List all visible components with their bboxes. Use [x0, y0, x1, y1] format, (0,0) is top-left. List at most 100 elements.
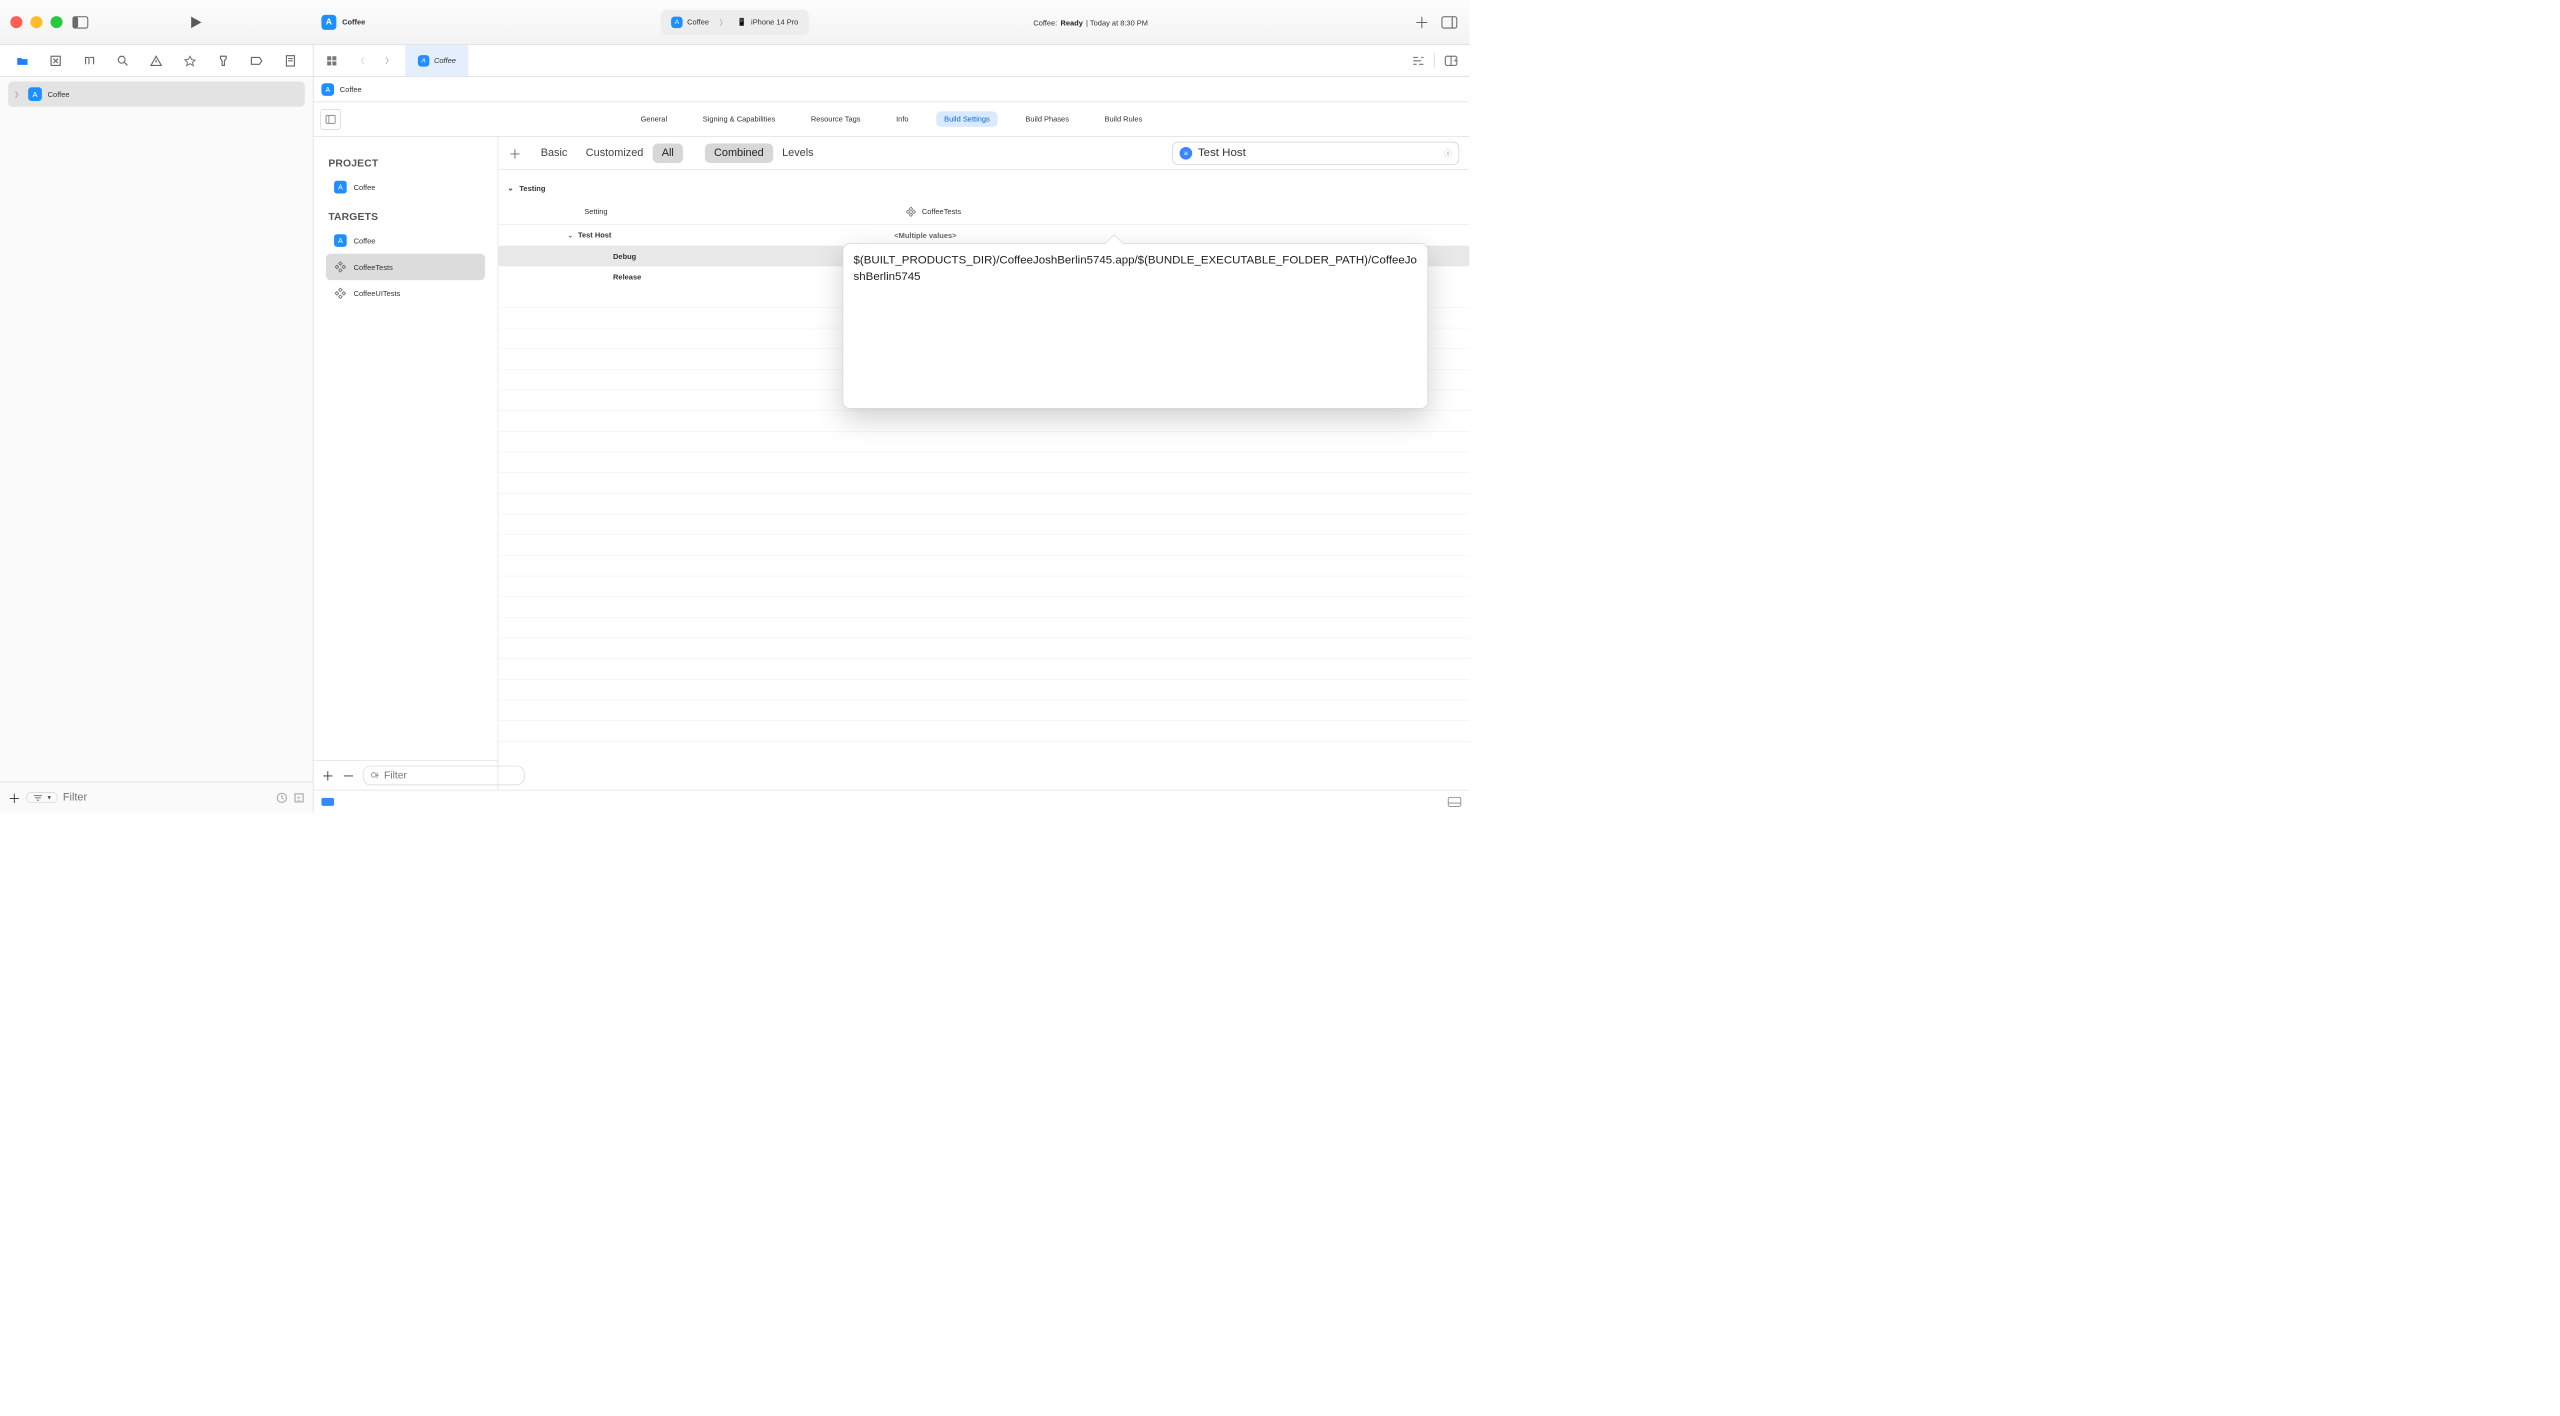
editor-tab-build-settings[interactable]: Build Settings [936, 111, 998, 126]
scope-basic[interactable]: Basic [532, 143, 577, 163]
levels-combined[interactable]: Combined [705, 143, 773, 163]
project-item-icon: A [334, 181, 347, 194]
add-target-button[interactable]: ＋ [321, 766, 334, 784]
add-files-button[interactable]: ＋ [8, 788, 21, 806]
levels-levels[interactable]: Levels [773, 143, 823, 163]
add-button[interactable]: ＋ [1412, 12, 1432, 32]
editor-tab-resource-tags[interactable]: Resource Tags [803, 111, 869, 126]
breakpoint-navigator-icon[interactable] [240, 45, 273, 77]
scope-all[interactable]: All [653, 143, 683, 163]
status-time: Today at 8:30 PM [1090, 18, 1148, 27]
recent-filter-icon[interactable] [276, 792, 287, 803]
jump-bar[interactable]: A Coffee [313, 77, 1469, 102]
debug-area-bar [313, 790, 1469, 813]
chevron-right-icon: 〉 [719, 17, 726, 28]
build-settings-search[interactable]: ≡ ⓧ [1172, 141, 1459, 164]
document-tab[interactable]: A Coffee [405, 45, 468, 77]
build-settings-table: ⌄ Testing Setting CoffeeTests [498, 170, 1469, 790]
status-state: Ready [1060, 18, 1082, 27]
project-root-icon: A [28, 87, 42, 101]
project-header: PROJECT [328, 157, 485, 169]
project-navigator: 〉 A Coffee ＋ ▾ ± [0, 77, 313, 813]
project-root-row[interactable]: 〉 A Coffee [8, 82, 305, 107]
editor-options-icon[interactable] [1406, 55, 1431, 65]
window-title: A Coffee [321, 15, 365, 30]
add-editor-icon[interactable]: + [1438, 55, 1463, 66]
scheme-name: Coffee [687, 18, 709, 27]
issue-navigator-icon[interactable] [140, 45, 173, 77]
test-navigator-icon[interactable] [173, 45, 206, 77]
target-coffeeuitests[interactable]: CoffeeUITests [326, 280, 485, 306]
editor-tab-build-phases[interactable]: Build Phases [1017, 111, 1077, 126]
toggle-inspector-button[interactable] [1440, 12, 1460, 32]
document-tab-label: Coffee [434, 56, 456, 65]
value-editor-textarea[interactable] [854, 252, 1418, 400]
close-window-button[interactable] [10, 16, 22, 28]
scope-segmented: BasicCustomizedAll [532, 143, 683, 163]
crumb-app-icon: A [321, 83, 334, 96]
toggle-debug-area-icon[interactable] [1448, 796, 1462, 806]
debug-navigator-icon[interactable] [207, 45, 240, 77]
section-testing[interactable]: ⌄ Testing [507, 178, 1469, 199]
crumb-project: Coffee [340, 85, 362, 94]
run-button[interactable] [187, 12, 207, 32]
toggle-navigator-button[interactable] [71, 12, 91, 32]
project-item[interactable]: A Coffee [326, 174, 485, 200]
build-settings-toolbar: ＋ BasicCustomizedAll CombinedLevels ≡ ⓧ [498, 137, 1469, 170]
scope-customized[interactable]: Customized [577, 143, 653, 163]
target-test-icon [334, 261, 347, 274]
filter-icon [370, 771, 379, 779]
target-label: Coffee [354, 236, 376, 245]
search-scope-icon[interactable]: ≡ [1180, 147, 1193, 160]
editor-tab-general[interactable]: General [633, 111, 676, 126]
build-settings-search-input[interactable] [1198, 146, 1438, 159]
nav-forward-button[interactable]: 〉 [377, 55, 402, 66]
document-outline-button[interactable] [320, 109, 341, 130]
editor-tab-build-rules[interactable]: Build Rules [1096, 111, 1150, 126]
source-control-navigator-icon[interactable] [39, 45, 72, 77]
scm-filter-button[interactable]: ▾ [26, 792, 57, 803]
app-icon: A [321, 15, 336, 30]
nav-back-button[interactable]: 〈 [348, 55, 373, 66]
targets-bottom-bar: ＋ － [313, 760, 497, 790]
scm-status-filter-icon[interactable]: ± [293, 792, 304, 803]
related-items-icon[interactable] [319, 55, 344, 66]
find-navigator-icon[interactable] [106, 45, 139, 77]
target-label: CoffeeTests [354, 263, 393, 272]
target-test-icon [334, 287, 347, 300]
svg-text:+: + [1453, 55, 1457, 64]
activity-status: Coffee: Ready | Today at 8:30 PM [1033, 15, 1148, 28]
symbol-navigator-icon[interactable] [73, 45, 106, 77]
scheme-app-icon: A [671, 16, 682, 27]
target-app-icon: A [334, 234, 347, 247]
filter-scope-icon[interactable] [321, 798, 334, 806]
chevron-down-icon: ⌄ [567, 231, 573, 240]
clear-search-icon[interactable]: ⓧ [1444, 148, 1451, 159]
editor-tab-signing-capabilities[interactable]: Signing & Capabilities [695, 111, 784, 126]
target-coffeetests[interactable]: CoffeeTests [326, 254, 485, 280]
editor-tab-bar: 〈 〉 A Coffee + [313, 45, 1469, 77]
project-navigator-icon[interactable] [6, 45, 39, 77]
add-setting-button[interactable]: ＋ [509, 144, 525, 162]
column-headers: Setting CoffeeTests [498, 199, 1469, 225]
setting-label: Test Host [578, 231, 611, 240]
project-editor-tabs: General Signing & Capabilities Resource Ta… [313, 102, 1469, 136]
target-coffee[interactable]: A Coffee [326, 227, 485, 253]
col-setting: Setting [584, 207, 905, 216]
window-title-text: Coffee [342, 18, 365, 27]
target-col-icon [906, 206, 916, 216]
report-navigator-icon[interactable] [274, 45, 307, 77]
editor-tab-info[interactable]: Info [888, 111, 917, 126]
targets-header: TARGETS [328, 211, 485, 223]
value-editor-popover [843, 243, 1428, 408]
targets-filter-input[interactable] [384, 769, 517, 781]
disclosure-icon[interactable]: 〉 [15, 89, 22, 100]
navigator-filter-input[interactable] [63, 791, 270, 804]
remove-target-button[interactable]: － [342, 766, 355, 784]
zoom-window-button[interactable] [51, 16, 63, 28]
scheme-selector[interactable]: ACoffee 〉 📱iPhone 14 Pro [661, 9, 809, 34]
navigator-and-tabbar: 〈 〉 A Coffee + [0, 45, 1469, 77]
scheme-device: iPhone 14 Pro [751, 18, 798, 27]
navigator-bottom-bar: ＋ ▾ ± [0, 782, 313, 813]
minimize-window-button[interactable] [30, 16, 42, 28]
